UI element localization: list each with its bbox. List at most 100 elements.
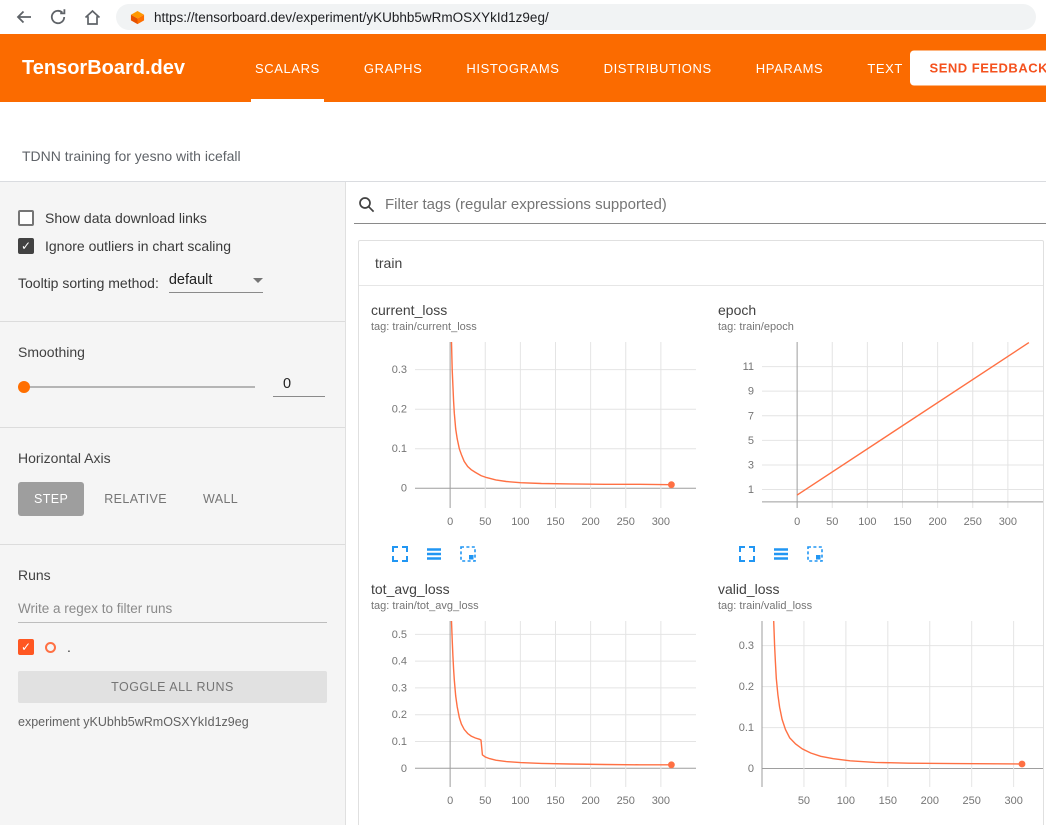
line-chart-epoch[interactable]: 1357911050100150200250300 — [718, 337, 1046, 535]
svg-text:0: 0 — [748, 763, 754, 775]
fullscreen-icon[interactable] — [391, 545, 409, 563]
slider-thumb[interactable] — [18, 381, 30, 393]
experiment-caption: experiment yKUbhb5wRmOSXYkId1z9eg — [18, 715, 327, 729]
svg-text:250: 250 — [617, 516, 635, 528]
chart-toolbar — [718, 535, 1046, 563]
run-row[interactable]: . — [18, 639, 327, 655]
run-name: . — [67, 639, 71, 655]
tab-histograms[interactable]: HISTOGRAMS — [444, 34, 581, 102]
scalars-main: train current_loss tag: train/current_lo… — [346, 182, 1046, 825]
smoothing-value-field[interactable]: 0 — [273, 376, 325, 397]
svg-text:0.1: 0.1 — [392, 736, 407, 748]
smoothing-label: Smoothing — [18, 344, 327, 360]
refresh-icon[interactable] — [44, 3, 72, 31]
run-checkbox-icon[interactable] — [18, 639, 34, 655]
svg-text:0.2: 0.2 — [739, 681, 754, 693]
home-icon[interactable] — [78, 3, 106, 31]
line-chart-tot-avg-loss[interactable]: 00.10.20.30.40.5050100150200250300 — [371, 616, 706, 814]
tab-distributions[interactable]: DISTRIBUTIONS — [582, 34, 734, 102]
svg-text:50: 50 — [798, 795, 810, 807]
svg-text:250: 250 — [964, 516, 982, 528]
svg-text:100: 100 — [511, 795, 529, 807]
toggle-all-runs-button[interactable]: TOGGLE ALL RUNS — [18, 671, 327, 703]
svg-text:250: 250 — [963, 795, 981, 807]
tab-scalars[interactable]: SCALARS — [233, 34, 342, 102]
runs-filter-input[interactable] — [18, 595, 327, 623]
ignore-outliers-checkbox[interactable]: Ignore outliers in chart scaling — [18, 238, 327, 254]
chart-toolbar — [371, 814, 706, 825]
chart-card-tot-avg-loss: tot_avg_loss tag: train/tot_avg_loss 0 0.… — [371, 581, 706, 825]
fullscreen-icon[interactable] — [738, 545, 756, 563]
svg-text:150: 150 — [546, 795, 564, 807]
chart-tag: tag: train/valid_loss — [718, 600, 1046, 612]
chart-title: current_loss — [371, 302, 706, 318]
svg-text:0: 0 — [401, 763, 407, 775]
svg-text:200: 200 — [581, 516, 599, 528]
charts-grid: current_loss tag: train/current_loss 00.… — [359, 286, 1043, 825]
chart-tag: tag: train/epoch — [718, 321, 1046, 333]
svg-text:200: 200 — [928, 516, 946, 528]
url-bar[interactable]: https://tensorboard.dev/experiment/yKUbh… — [116, 4, 1036, 30]
url-text[interactable]: https://tensorboard.dev/experiment/yKUbh… — [154, 10, 549, 25]
svg-text:0: 0 — [401, 483, 407, 495]
svg-text:0: 0 — [794, 516, 800, 528]
back-icon[interactable] — [10, 3, 38, 31]
svg-text:150: 150 — [893, 516, 911, 528]
axis-wall-button[interactable]: WALL — [187, 482, 254, 516]
svg-text:200: 200 — [921, 795, 939, 807]
fit-domain-icon[interactable] — [806, 545, 824, 563]
horizontal-axis-label: Horizontal Axis — [18, 450, 327, 466]
checkbox-checked-icon — [18, 238, 34, 254]
svg-text:50: 50 — [479, 795, 491, 807]
app-header: TensorBoard.dev SCALARS GRAPHS HISTOGRAM… — [0, 34, 1046, 102]
search-icon — [358, 196, 375, 213]
chart-title: tot_avg_loss — [371, 581, 706, 597]
nav-tabs: SCALARS GRAPHS HISTOGRAMS DISTRIBUTIONS … — [233, 34, 925, 102]
fit-domain-icon[interactable] — [459, 545, 477, 563]
chart-card-epoch: epoch tag: train/epoch 13579110501001502… — [718, 302, 1046, 563]
svg-text:300: 300 — [652, 795, 670, 807]
data-series-icon[interactable] — [425, 545, 443, 563]
svg-text:300: 300 — [652, 516, 670, 528]
tooltip-sorting-label: Tooltip sorting method: — [18, 275, 159, 291]
svg-text:300: 300 — [999, 516, 1017, 528]
tab-hparams[interactable]: HPARAMS — [734, 34, 846, 102]
svg-text:100: 100 — [511, 516, 529, 528]
tab-graphs[interactable]: GRAPHS — [342, 34, 445, 102]
divider — [0, 427, 345, 428]
svg-text:0.5: 0.5 — [392, 629, 407, 641]
svg-text:150: 150 — [879, 795, 897, 807]
svg-text:150: 150 — [546, 516, 564, 528]
tooltip-sorting-select[interactable]: default — [169, 272, 263, 293]
tensorboard-favicon-icon — [130, 10, 145, 25]
checkbox-unchecked-icon — [18, 210, 34, 226]
smoothing-slider[interactable] — [20, 386, 255, 388]
run-color-swatch-icon — [45, 642, 56, 653]
chart-card-current-loss: current_loss tag: train/current_loss 00.… — [371, 302, 706, 563]
send-feedback-button[interactable]: SEND FEEDBACK — [910, 51, 1046, 86]
svg-text:0.1: 0.1 — [739, 722, 754, 734]
line-chart-valid-loss[interactable]: 00.10.20.350100150200250300 — [718, 616, 1046, 814]
svg-text:0.4: 0.4 — [392, 656, 407, 668]
axis-step-button[interactable]: STEP — [18, 482, 84, 516]
tag-group-header[interactable]: train — [359, 241, 1043, 286]
line-chart-current-loss[interactable]: 00.10.20.3050100150200250300 — [371, 337, 706, 535]
filter-tags-input[interactable] — [385, 196, 1040, 213]
svg-text:9: 9 — [748, 386, 754, 398]
chart-toolbar — [718, 814, 1046, 825]
svg-text:0: 0 — [447, 795, 453, 807]
chart-title: valid_loss — [718, 581, 1046, 597]
tooltip-sorting-value: default — [169, 272, 213, 288]
svg-text:300: 300 — [1004, 795, 1022, 807]
svg-text:0: 0 — [447, 516, 453, 528]
show-download-links-checkbox[interactable]: Show data download links — [18, 210, 327, 226]
svg-text:100: 100 — [858, 516, 876, 528]
chart-tag: tag: train/tot_avg_loss — [371, 600, 706, 612]
svg-text:100: 100 — [837, 795, 855, 807]
settings-sidebar: Show data download links Ignore outliers… — [0, 182, 346, 825]
axis-relative-button[interactable]: RELATIVE — [88, 482, 183, 516]
data-series-icon[interactable] — [772, 545, 790, 563]
svg-text:0.3: 0.3 — [392, 682, 407, 694]
divider — [0, 544, 345, 545]
svg-text:3: 3 — [748, 459, 754, 471]
